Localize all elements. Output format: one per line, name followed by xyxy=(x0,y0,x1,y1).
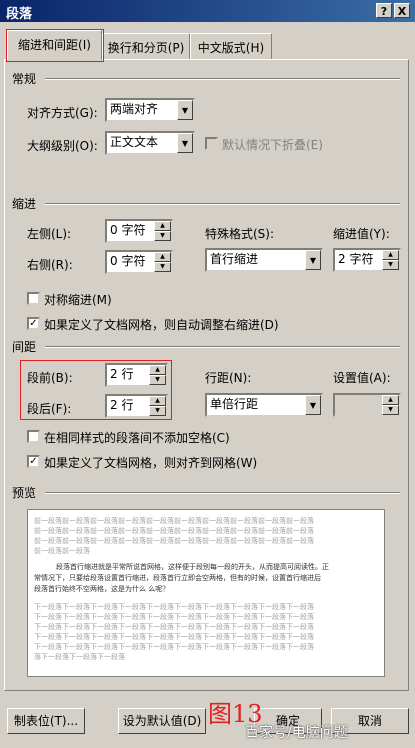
outline-level-select[interactable]: 正文文本 ▼ xyxy=(105,131,195,155)
preview-heading: 预览 xyxy=(12,486,37,500)
preview-after-line: 下一段落下一段落下一段落下一段落下一段落下一段落下一段落下一段落下一段落下一段落 xyxy=(34,603,314,611)
space-after-value: 2 行 xyxy=(110,398,134,412)
mirror-indent-label: 对称缩进(M) xyxy=(44,293,112,307)
space-before-stepper[interactable]: 2 行 ▲ ▼ xyxy=(105,363,168,387)
preview-before-line: 前一段落前一段落 xyxy=(34,547,90,555)
preview-after-line: 下一段落下一段落下一段落下一段落下一段落下一段落下一段落下一段落下一段落下一段落 xyxy=(34,643,314,651)
spin-up-icon[interactable]: ▲ xyxy=(154,221,171,231)
preview-box: 前一段落前一段落前一段落前一段落前一段落前一段落前一段落前一段落前一段落前一段落… xyxy=(27,509,385,677)
tabs-button[interactable]: 制表位(T)... xyxy=(7,708,85,734)
close-button[interactable]: X xyxy=(394,3,410,18)
outline-level-value: 正文文本 xyxy=(110,135,159,149)
set-default-button[interactable]: 设为默认值(D) xyxy=(118,708,206,734)
indent-by-value: 2 字符 xyxy=(338,252,374,266)
no-space-same-style-label: 在相同样式的段落间不添加空格(C) xyxy=(44,431,230,445)
mirror-indent-checkbox[interactable] xyxy=(27,292,40,305)
spin-down-icon[interactable]: ▼ xyxy=(382,405,399,415)
special-indent-value: 首行缩进 xyxy=(210,252,259,266)
indent-heading: 缩进 xyxy=(12,197,37,211)
auto-adjust-checkbox[interactable]: ✓ xyxy=(27,317,40,330)
spacing-heading: 间距 xyxy=(12,340,37,354)
spacing-at-stepper[interactable]: ▲ ▼ xyxy=(333,393,401,417)
spin-down-icon[interactable]: ▼ xyxy=(382,260,399,270)
spin-up-icon[interactable]: ▲ xyxy=(149,365,166,375)
preview-main-line: 段落首行始终不空两格，这是为什么 么呢？ xyxy=(34,585,170,593)
spin-down-icon[interactable]: ▼ xyxy=(154,262,171,272)
space-after-stepper[interactable]: 2 行 ▲ ▼ xyxy=(105,394,168,418)
watermark: 百家号/电脑问题 xyxy=(245,725,348,741)
left-indent-value: 0 字符 xyxy=(110,223,146,237)
preview-main-line: 常情况下，只要给段落设置首行缩进，段落首行立即会空两格，但有的时候，设置首行缩进… xyxy=(34,574,321,582)
no-space-same-style-checkbox[interactable] xyxy=(27,430,40,443)
preview-before-line: 前一段落前一段落前一段落前一段落前一段落前一段落前一段落前一段落前一段落前一段落 xyxy=(34,517,314,525)
outline-level-label: 大纲级别(O): xyxy=(27,139,98,153)
preview-after-line: 下一段落下一段落下一段落下一段落下一段落下一段落下一段落下一段落下一段落下一段落 xyxy=(34,623,314,631)
space-after-label: 段后(F): xyxy=(27,402,72,416)
auto-adjust-label: 如果定义了文档网格，则自动调整右缩进(D) xyxy=(44,318,279,332)
preview-after-line: 下一段落下一段落下一段落下一段落下一段落下一段落下一段落下一段落下一段落下一段落 xyxy=(34,613,314,621)
spin-down-icon[interactable]: ▼ xyxy=(149,375,166,385)
chevron-down-icon[interactable]: ▼ xyxy=(177,100,193,120)
tab-line-page-breaks[interactable]: 换行和分页(P) xyxy=(102,33,190,59)
left-indent-stepper[interactable]: 0 字符 ▲ ▼ xyxy=(105,219,173,243)
window-title: 段落 xyxy=(6,7,33,22)
highlight-box-tab xyxy=(6,29,104,62)
indent-divider xyxy=(45,203,400,205)
tab-asian-typography[interactable]: 中文版式(H) xyxy=(190,33,272,59)
help-button[interactable]: ? xyxy=(376,3,392,18)
line-spacing-label: 行距(N): xyxy=(205,371,252,385)
preview-main-line: 段落首行缩进就是平常所说首网格，这样便于段别每一段的开头，从而提高可阅读性。正 xyxy=(56,563,329,571)
chevron-down-icon[interactable]: ▼ xyxy=(305,250,321,270)
spin-up-icon[interactable]: ▲ xyxy=(154,252,171,262)
preview-before-line: 前一段落前一段落前一段落前一段落前一段落前一段落前一段落前一段落前一段落前一段落 xyxy=(34,527,314,535)
alignment-select[interactable]: 两端对齐 ▼ xyxy=(105,98,195,122)
spacing-at-label: 设置值(A): xyxy=(333,371,391,385)
alignment-value: 两端对齐 xyxy=(110,102,159,116)
snap-to-grid-checkbox[interactable]: ✓ xyxy=(27,455,40,468)
title-bar xyxy=(0,0,415,22)
indent-by-label: 缩进值(Y): xyxy=(333,227,390,241)
spacing-divider xyxy=(45,346,400,348)
collapse-default-checkbox[interactable] xyxy=(205,137,218,150)
left-indent-label: 左侧(L): xyxy=(27,227,72,241)
preview-divider xyxy=(45,492,400,494)
snap-to-grid-label: 如果定义了文档网格，则对齐到网格(W) xyxy=(44,456,258,470)
general-divider xyxy=(45,78,400,80)
line-spacing-value: 单倍行距 xyxy=(210,397,259,411)
general-heading: 常规 xyxy=(12,72,37,86)
spin-up-icon[interactable]: ▲ xyxy=(382,250,399,260)
spin-down-icon[interactable]: ▼ xyxy=(149,406,166,416)
space-before-value: 2 行 xyxy=(110,367,134,381)
right-indent-value: 0 字符 xyxy=(110,254,146,268)
space-before-label: 段前(B): xyxy=(27,371,73,385)
spin-up-icon[interactable]: ▲ xyxy=(382,395,399,405)
alignment-label: 对齐方式(G): xyxy=(27,106,98,120)
preview-after-line: 落下一段落下一段落下一段落 xyxy=(34,653,125,661)
spin-up-icon[interactable]: ▲ xyxy=(149,396,166,406)
preview-before-line: 前一段落前一段落前一段落前一段落前一段落前一段落前一段落前一段落前一段落前一段落 xyxy=(34,537,314,545)
special-indent-label: 特殊格式(S): xyxy=(205,227,275,241)
right-indent-stepper[interactable]: 0 字符 ▲ ▼ xyxy=(105,250,173,274)
special-indent-select[interactable]: 首行缩进 ▼ xyxy=(205,248,323,272)
collapse-default-label: 默认情况下折叠(E) xyxy=(222,138,323,152)
right-indent-label: 右侧(R): xyxy=(27,258,73,272)
spin-down-icon[interactable]: ▼ xyxy=(154,231,171,241)
indent-by-stepper[interactable]: 2 字符 ▲ ▼ xyxy=(333,248,401,272)
chevron-down-icon[interactable]: ▼ xyxy=(177,133,193,153)
line-spacing-select[interactable]: 单倍行距 ▼ xyxy=(205,393,323,417)
preview-after-line: 下一段落下一段落下一段落下一段落下一段落下一段落下一段落下一段落下一段落下一段落 xyxy=(34,633,314,641)
chevron-down-icon[interactable]: ▼ xyxy=(305,395,321,415)
